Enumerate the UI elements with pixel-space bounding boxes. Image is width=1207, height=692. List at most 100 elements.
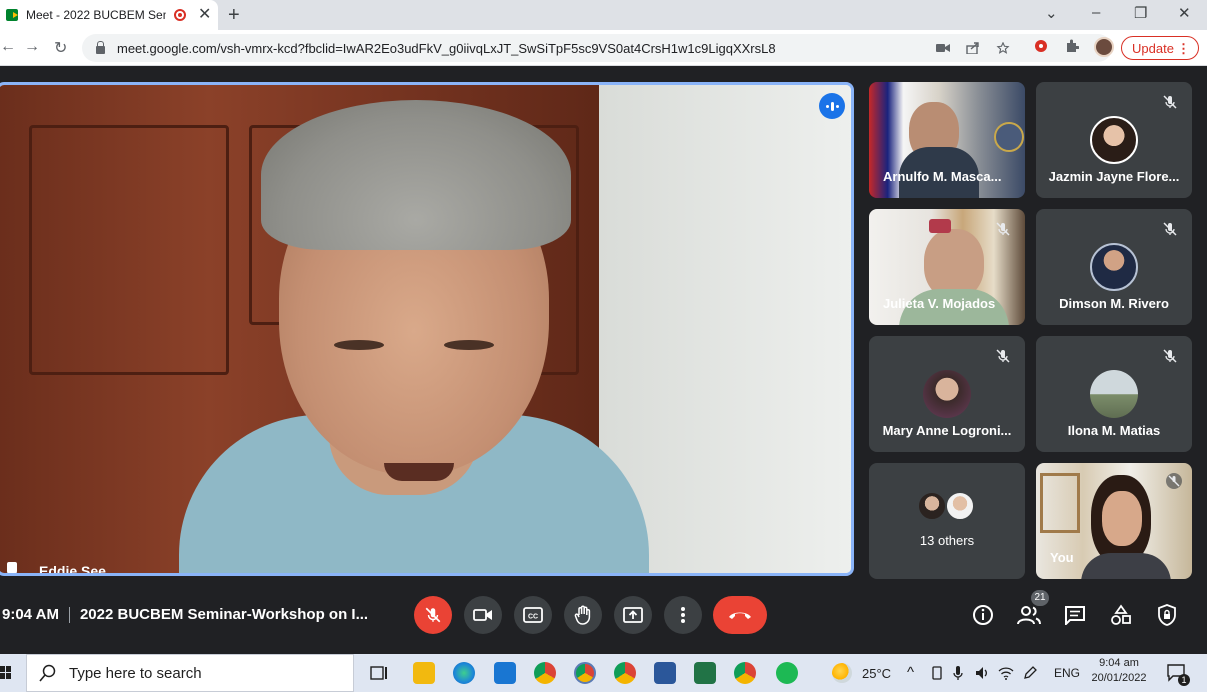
weather-icon[interactable] (832, 663, 852, 683)
main-speaker-name: Eddie See (39, 563, 106, 576)
wifi-icon[interactable] (998, 665, 1014, 681)
mic-off-icon (1163, 222, 1177, 236)
speaker-eye-left (334, 340, 384, 350)
browser-toolbar: ← → ↻ meet.google.com/vsh-vmrx-kcd?fbcli… (0, 30, 1207, 66)
camera-toggle-button[interactable] (464, 596, 502, 634)
participant-tile[interactable]: Ilona M. Matias (1036, 336, 1192, 452)
pen-icon[interactable] (1022, 665, 1038, 681)
chrome-profile-icon[interactable] (734, 662, 756, 684)
self-view-tile[interactable]: You (1036, 463, 1192, 579)
tab-close-icon[interactable]: ✕ (198, 7, 211, 23)
participant-count-badge: 21 (1031, 590, 1049, 606)
chrome-active-icon[interactable] (574, 662, 596, 684)
pin-icon[interactable] (7, 562, 17, 573)
participant-name: Dimson M. Rivero (1059, 296, 1169, 311)
shield-lock-icon (1158, 604, 1176, 626)
word-icon[interactable] (654, 662, 676, 684)
speaker-eye-right (444, 340, 494, 350)
bookmark-star-icon[interactable] (996, 42, 1010, 54)
system-clock[interactable]: 9:04 am 20/01/2022 (1084, 657, 1154, 684)
browser-tabstrip: Meet - 2022 BUCBEM Semin ✕ + ⌄ – ❐ ✕ (0, 0, 1207, 30)
self-face (1102, 491, 1142, 546)
language-indicator[interactable]: ENG (1054, 666, 1080, 680)
share-icon[interactable] (966, 42, 980, 54)
volume-icon[interactable] (974, 665, 990, 681)
participant-name: Julieta V. Mojados (883, 296, 996, 311)
divider (68, 607, 70, 624)
info-icon (973, 605, 993, 625)
meet-favicon-icon (6, 9, 18, 21)
show-hidden-icons-button[interactable]: ^ (907, 664, 914, 681)
new-tab-button[interactable]: + (228, 4, 240, 27)
participant-avatar (1090, 243, 1138, 291)
meeting-details-button[interactable] (968, 600, 998, 630)
microphone-icon[interactable] (952, 665, 964, 681)
update-button[interactable]: Update ⋮ (1121, 36, 1199, 60)
address-bar[interactable]: meet.google.com/vsh-vmrx-kcd?fbclid=IwAR… (82, 34, 1112, 62)
participant-tile[interactable]: Jazmin Jayne Flore... (1036, 82, 1192, 198)
battery-icon[interactable] (930, 666, 944, 680)
speaker-hair (261, 100, 571, 250)
mic-off-icon (1163, 349, 1177, 363)
others-tile[interactable]: 13 others (869, 463, 1025, 579)
chat-button[interactable] (1060, 600, 1090, 630)
mail-icon[interactable] (494, 662, 516, 684)
window-restore-button[interactable]: ❐ (1134, 4, 1147, 22)
profile-avatar[interactable] (1094, 37, 1114, 57)
activities-button[interactable] (1106, 600, 1136, 630)
extensions-puzzle-icon[interactable] (1065, 39, 1079, 53)
mic-off-icon (1163, 95, 1177, 109)
speaking-indicator-icon (819, 93, 845, 119)
background-flowers (929, 219, 951, 233)
chrome-profile-icon[interactable] (534, 662, 556, 684)
svg-text:CC: CC (528, 614, 538, 621)
captions-button[interactable]: CC (514, 596, 552, 634)
participant-tile[interactable]: Dimson M. Rivero (1036, 209, 1192, 325)
taskbar-search-box[interactable]: Type here to search (26, 654, 354, 692)
speaker-mouth (384, 463, 454, 481)
participant-name: Ilona M. Matias (1067, 423, 1161, 438)
present-screen-button[interactable] (614, 596, 652, 634)
edge-browser-icon[interactable] (453, 662, 475, 684)
participant-name: Jazmin Jayne Flore... (1048, 169, 1180, 184)
participant-avatar (1090, 370, 1138, 418)
main-speaker-tile[interactable]: Eddie See (0, 82, 854, 576)
clock-date: 20/01/2022 (1091, 672, 1147, 684)
camera-permission-icon[interactable] (936, 42, 950, 54)
chat-icon (1065, 606, 1085, 625)
raise-hand-icon (574, 605, 591, 625)
excel-icon[interactable] (694, 662, 716, 684)
participant-tile[interactable]: Arnulfo M. Masca... (869, 82, 1025, 198)
window-close-button[interactable]: ✕ (1178, 4, 1191, 22)
participant-tile[interactable]: Mary Anne Logroni... (869, 336, 1025, 452)
spotify-icon[interactable] (776, 662, 798, 684)
camera-icon (473, 609, 492, 621)
back-button[interactable]: ← (0, 38, 16, 56)
reload-button[interactable]: ↻ (54, 38, 67, 58)
forward-button[interactable]: → (24, 38, 40, 56)
people-icon (1017, 606, 1041, 625)
leave-call-button[interactable] (713, 596, 767, 634)
mic-toggle-button[interactable] (414, 596, 452, 634)
file-explorer-icon[interactable] (413, 662, 435, 684)
update-label: Update (1132, 40, 1174, 56)
window-minimize-button[interactable]: – (1092, 4, 1100, 21)
mic-off-icon (1166, 473, 1182, 489)
clock-time: 9:04 am (1099, 657, 1139, 669)
chrome-profile-icon[interactable] (614, 662, 636, 684)
mic-off-icon (425, 607, 441, 623)
raise-hand-button[interactable] (564, 596, 602, 634)
present-screen-icon (623, 607, 643, 623)
host-controls-button[interactable] (1152, 600, 1182, 630)
task-view-icon[interactable] (368, 662, 390, 684)
meeting-title: 2022 BUCBEM Seminar-Workshop on I... (79, 606, 369, 623)
extension-red-icon[interactable] (1034, 39, 1048, 53)
tab-search-dropdown-icon[interactable]: ⌄ (1045, 4, 1058, 22)
more-options-button[interactable] (664, 596, 702, 634)
browser-tab-meet[interactable]: Meet - 2022 BUCBEM Semin ✕ (0, 0, 218, 30)
windows-start-icon[interactable] (0, 666, 12, 680)
participant-tile[interactable]: Julieta V. Mojados (869, 209, 1025, 325)
more-vert-icon (681, 607, 685, 623)
seal-logo (994, 122, 1024, 152)
participant-avatar (923, 370, 971, 418)
